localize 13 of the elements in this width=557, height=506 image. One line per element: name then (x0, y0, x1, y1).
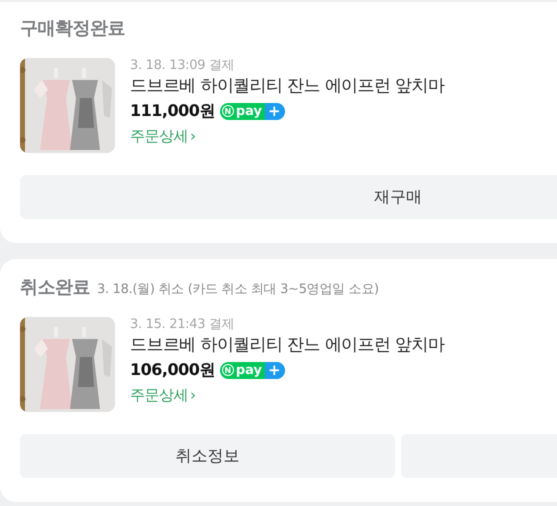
payment-date: 3. 15. 21:43 결제 (130, 317, 236, 333)
action-button[interactable]: 취소정보 (20, 434, 395, 478)
price: 111,000원 (130, 100, 215, 122)
action-button[interactable]: 재구매 (20, 175, 557, 219)
npay-badge: N pay + (220, 362, 285, 378)
price: 106,000원 (130, 360, 215, 380)
product-name: 드브르베 하이퀄리티 잔느 에이프런 앞치마 (130, 334, 444, 357)
product-name: 드브르베 하이퀄리티 잔느 에이프런 앞치마 (130, 75, 444, 98)
order-status: 취소완료 (20, 276, 90, 299)
order-status: 구매확정완료 (20, 17, 125, 40)
npay-badge: N pay + (220, 102, 285, 120)
payment-date: 3. 18. 13:09 결제 (130, 58, 236, 74)
status-note: 3. 18.(월) 취소 (카드 취소 최대 3~5영업일 소요) (97, 281, 379, 298)
